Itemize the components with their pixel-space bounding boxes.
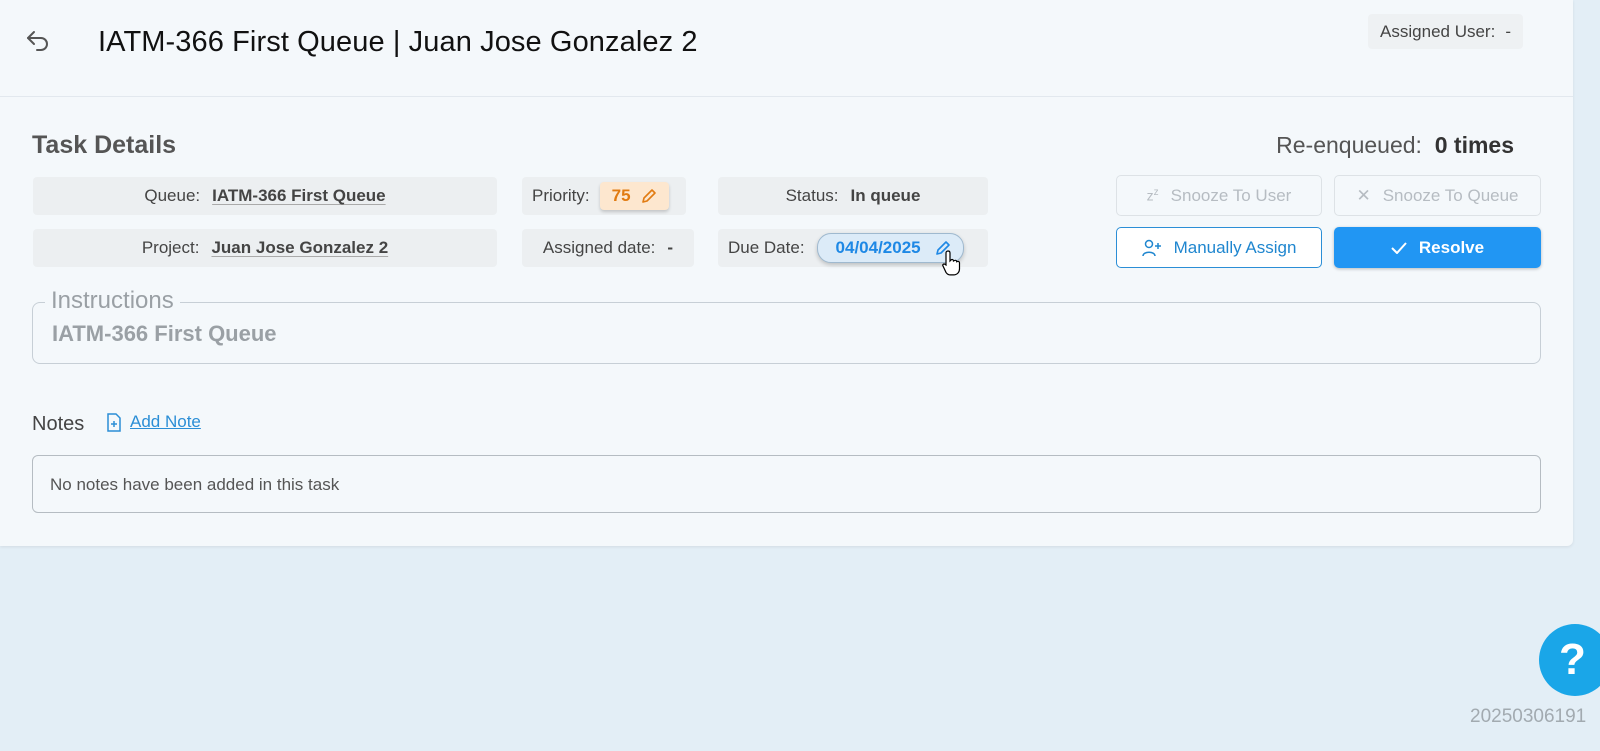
close-icon: ✕ <box>1356 185 1371 205</box>
assigned-date-field: Assigned date: - <box>522 229 694 267</box>
notes-empty-message: No notes have been added in this task <box>50 475 340 494</box>
reenqueued-value: 0 times <box>1434 132 1514 158</box>
priority-tag[interactable]: 75 <box>599 182 669 210</box>
project-field: Project: Juan Jose Gonzalez 2 <box>33 229 497 267</box>
status-field: Status: In queue <box>718 177 988 215</box>
due-date-value: 04/04/2025 <box>835 238 921 257</box>
help-button[interactable]: ? <box>1539 624 1600 696</box>
notes-list: No notes have been added in this task <box>32 455 1541 513</box>
queue-label: Queue: <box>144 186 201 205</box>
snooze-icon: zz <box>1146 187 1159 204</box>
snooze-to-user-label: Snooze To User <box>1170 185 1292 205</box>
add-file-icon <box>107 412 121 432</box>
task-card: IATM-366 First Queue | Juan Jose Gonzale… <box>0 0 1573 546</box>
project-value[interactable]: Juan Jose Gonzalez 2 <box>211 238 388 258</box>
resolve-button[interactable]: Resolve <box>1334 227 1541 268</box>
snooze-to-queue-button[interactable]: ✕ Snooze To Queue <box>1334 175 1541 216</box>
edit-pencil-icon <box>641 189 656 203</box>
assigned-user-value: - <box>1505 21 1511 41</box>
reenqueued-label: Re-enqueued: <box>1276 132 1422 158</box>
manually-assign-button[interactable]: Manually Assign <box>1116 227 1322 268</box>
queue-value[interactable]: IATM-366 First Queue <box>212 186 386 206</box>
instructions-field: Instructions IATM-366 First Queue <box>32 287 1541 364</box>
add-user-icon <box>1141 239 1161 256</box>
add-note-link[interactable]: Add Note <box>106 412 201 432</box>
task-details-title: Task Details <box>32 131 177 159</box>
snooze-to-queue-label: Snooze To Queue <box>1382 185 1519 205</box>
build-id: 20250306191 <box>1470 706 1587 727</box>
back-button[interactable] <box>24 26 52 54</box>
assigned-user-badge: Assigned User: - <box>1368 14 1523 49</box>
reenqueued-counter: Re-enqueued: 0 times <box>1276 132 1514 159</box>
priority-value: 75 <box>611 186 631 205</box>
assigned-user-label: Assigned User: <box>1380 21 1496 41</box>
help-icon: ? <box>1559 635 1586 684</box>
resolve-label: Resolve <box>1418 237 1485 257</box>
instructions-text: IATM-366 First Queue <box>52 321 277 346</box>
assigned-date-label: Assigned date: <box>542 238 656 257</box>
header: IATM-366 First Queue | Juan Jose Gonzale… <box>0 0 1573 97</box>
manually-assign-label: Manually Assign <box>1173 237 1297 257</box>
priority-field: Priority: 75 <box>522 177 686 215</box>
check-icon <box>1391 241 1407 254</box>
instructions-label: Instructions <box>45 287 180 315</box>
notes-label: Notes <box>32 413 85 435</box>
snooze-to-user-button[interactable]: zz Snooze To User <box>1116 175 1322 216</box>
back-arrow-icon <box>27 31 48 51</box>
assigned-date-value: - <box>667 238 674 257</box>
status-value: In queue <box>850 186 921 205</box>
add-note-label: Add Note <box>130 412 201 431</box>
due-date-label: Due Date: <box>728 238 805 257</box>
status-label: Status: <box>785 186 839 205</box>
project-label: Project: <box>141 238 200 257</box>
page-title: IATM-366 First Queue | Juan Jose Gonzale… <box>98 26 698 58</box>
priority-label: Priority: <box>532 186 590 205</box>
queue-field: Queue: IATM-366 First Queue <box>33 177 497 215</box>
hand-cursor-icon <box>942 250 961 276</box>
